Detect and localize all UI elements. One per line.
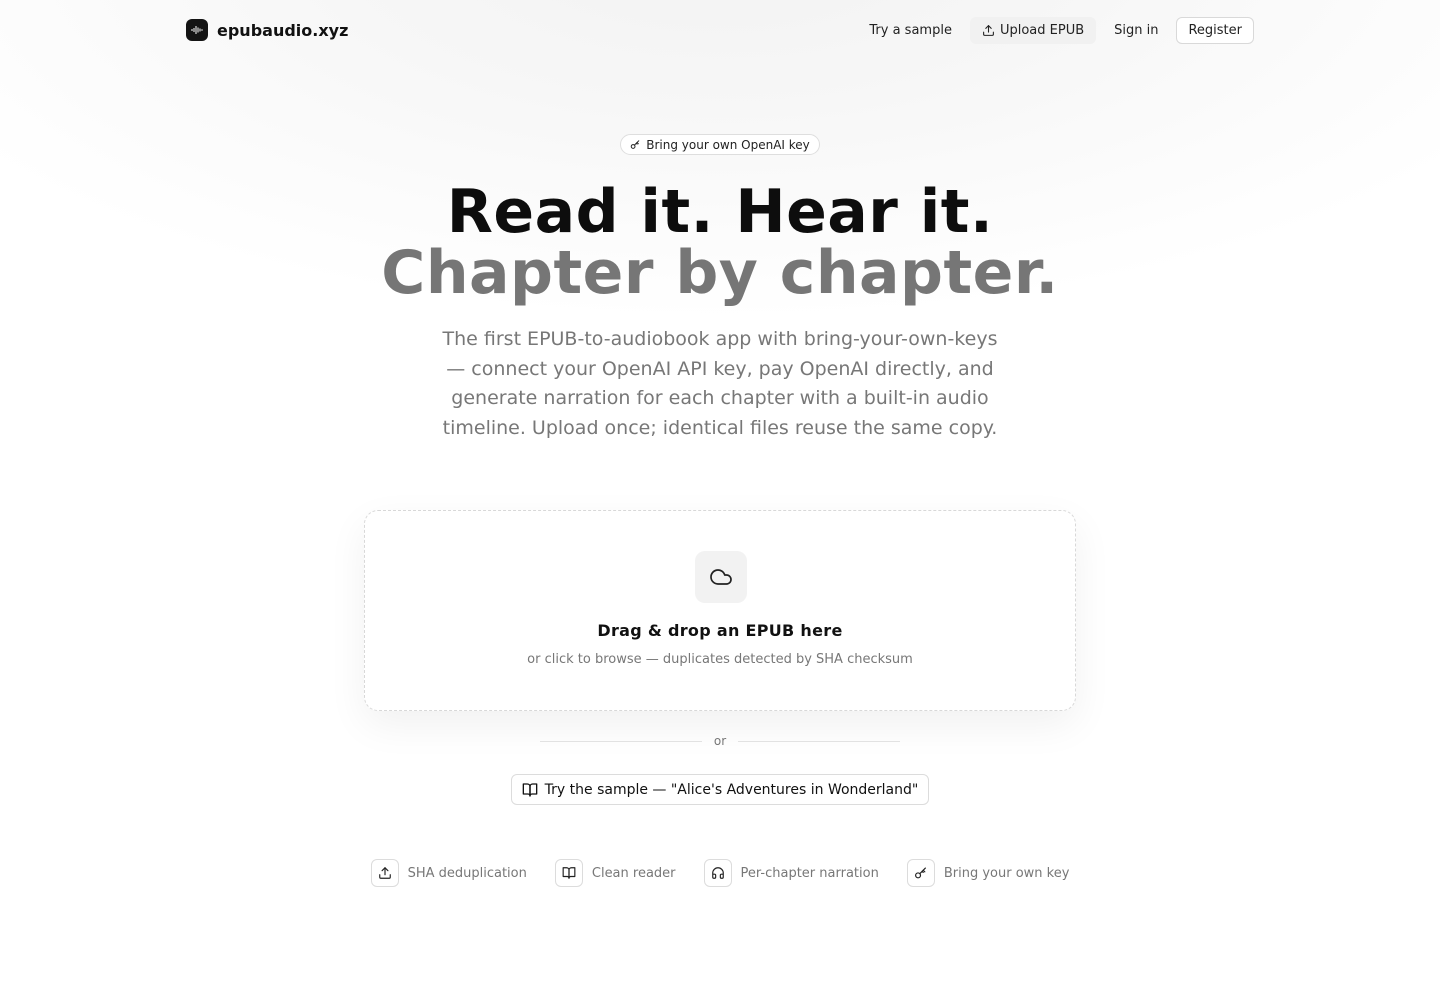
upload-epub-nav-button[interactable]: Upload EPUB: [969, 16, 1097, 44]
feature-list: SHA deduplication Clean reader Per-chapt…: [0, 859, 1440, 887]
feature-label: Clean reader: [591, 865, 676, 881]
sample-button-row: Try the sample — "Alice's Adventures in …: [0, 774, 1440, 805]
upload-icon: [982, 24, 995, 37]
book-open-icon: [522, 782, 538, 798]
top-nav: Try a sample Upload EPUB Sign in Registe…: [857, 16, 1254, 44]
key-icon: [906, 859, 935, 887]
upload-icon: [370, 859, 399, 887]
try-sample-alice-button[interactable]: Try the sample — "Alice's Adventures in …: [510, 774, 930, 805]
hero-badge-row: Bring your own OpenAI key: [0, 134, 1440, 155]
key-icon: [630, 139, 640, 150]
sample-button-label: Try the sample — "Alice's Adventures in …: [544, 781, 919, 798]
try-sample-nav-button[interactable]: Try a sample: [857, 17, 964, 44]
feature-item: Per-chapter narration: [703, 859, 879, 887]
sign-in-label: Sign in: [1114, 22, 1159, 38]
feature-label: SHA deduplication: [407, 865, 527, 881]
dropzone-subtitle: or click to browse — duplicates detected…: [527, 652, 913, 667]
byok-badge: Bring your own OpenAI key: [620, 134, 820, 155]
sign-in-button[interactable]: Sign in: [1102, 17, 1170, 44]
feature-item: SHA deduplication: [370, 859, 527, 887]
try-sample-label: Try a sample: [869, 22, 952, 38]
audio-waveform-icon: [186, 19, 208, 41]
site-header: epubaudio.xyz Try a sample Upload EPUB S…: [0, 0, 1440, 60]
headphones-icon: [703, 859, 732, 887]
brand-link[interactable]: epubaudio.xyz: [186, 18, 348, 42]
divider-line-right: [738, 740, 900, 742]
dropzone-title: Drag & drop an EPUB here: [597, 621, 843, 640]
divider-label: or: [713, 734, 727, 748]
hero-headline-primary: Read it. Hear it.: [446, 177, 994, 247]
register-button[interactable]: Register: [1176, 16, 1254, 44]
divider-line-left: [540, 740, 702, 742]
badge-text: Bring your own OpenAI key: [646, 137, 810, 152]
book-open-icon: [554, 859, 583, 887]
upload-epub-label: Upload EPUB: [999, 22, 1085, 38]
cloud-icon: [709, 565, 733, 589]
or-divider: or: [540, 732, 900, 750]
brand-name: epubaudio.xyz: [217, 20, 349, 40]
epub-dropzone[interactable]: Drag & drop an EPUB here or click to bro…: [364, 510, 1076, 711]
feature-item: Clean reader: [554, 859, 676, 887]
dropzone-icon-box: [695, 551, 747, 603]
feature-label: Per-chapter narration: [740, 865, 879, 881]
register-label: Register: [1188, 22, 1242, 38]
feature-item: Bring your own key: [906, 859, 1070, 887]
hero-headline-secondary: Chapter by chapter.: [381, 238, 1059, 308]
hero-description: The first EPUB-to-audiobook app with bri…: [442, 328, 998, 439]
feature-label: Bring your own key: [943, 865, 1070, 881]
